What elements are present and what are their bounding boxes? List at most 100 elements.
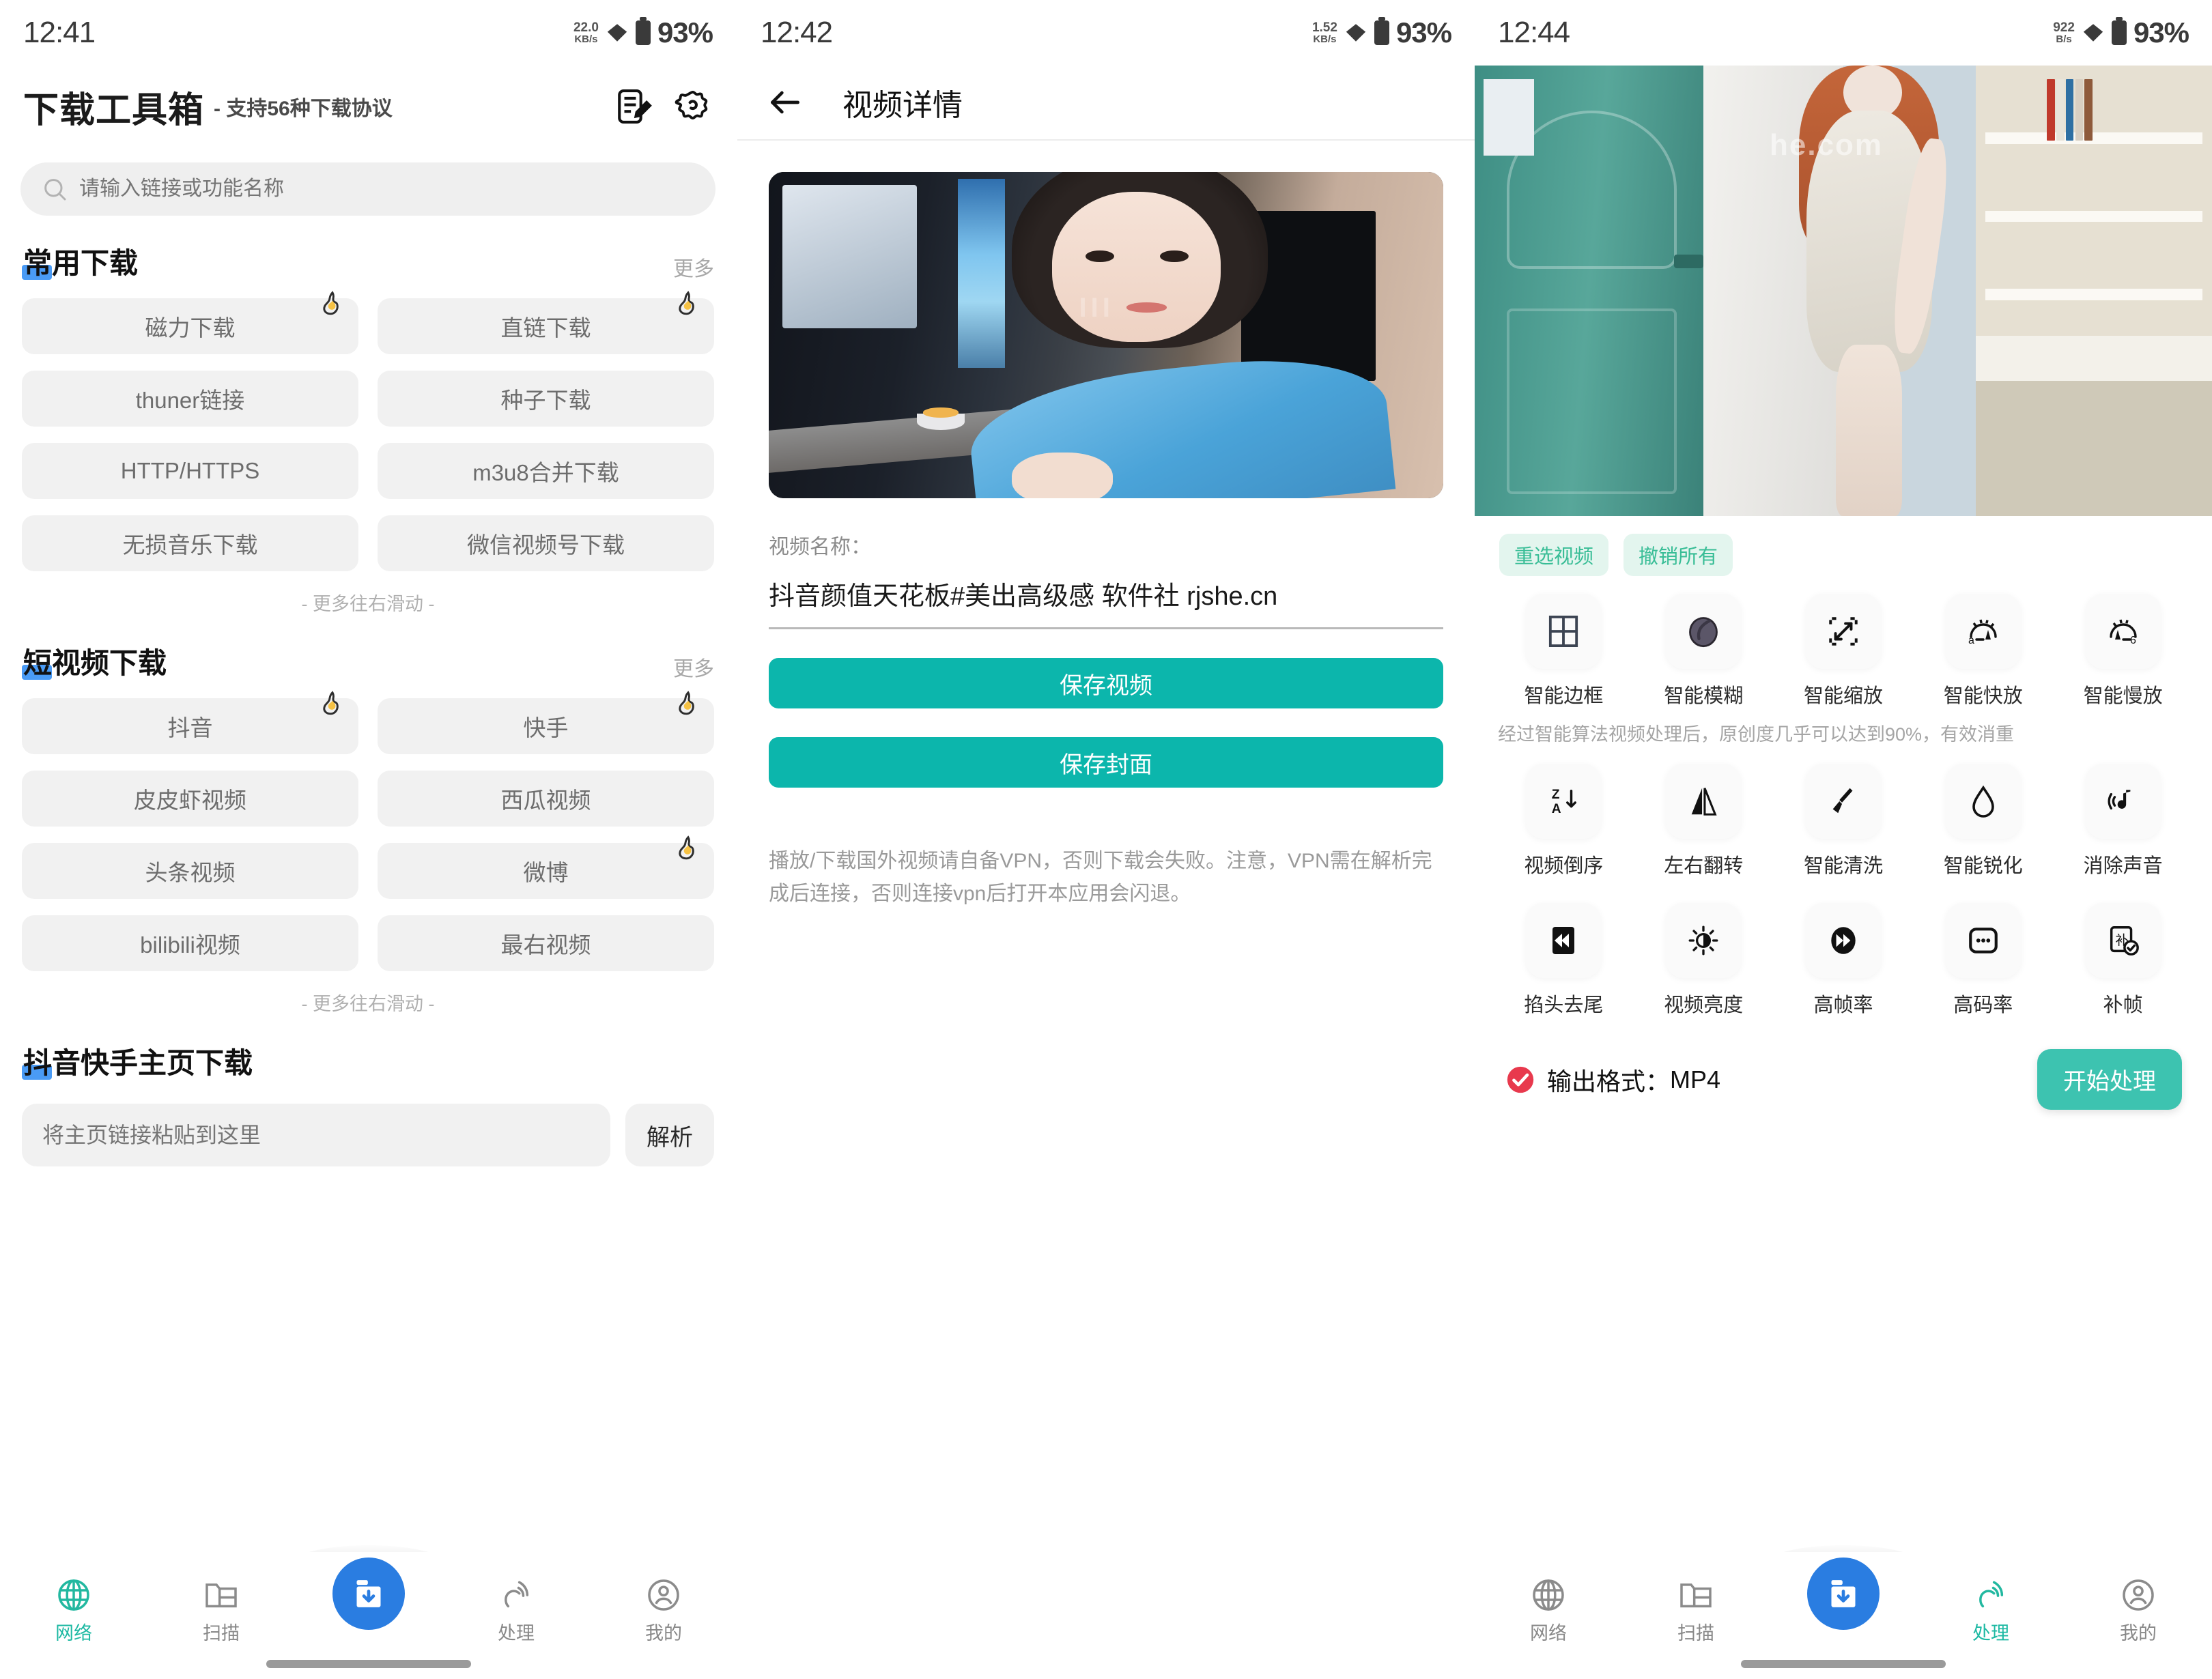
homepage-link-field[interactable] xyxy=(22,1104,610,1166)
bottom-nav-1: 网络 扫描 处理 我的 xyxy=(0,1552,736,1679)
person-icon xyxy=(2119,1576,2157,1614)
nav-item-network[interactable]: 网络 xyxy=(1475,1552,1622,1654)
chip-weibo[interactable]: 微博 xyxy=(378,835,714,899)
nav-item-scan[interactable]: 扫描 xyxy=(1622,1552,1770,1654)
tool-smart-slowdown[interactable]: 6 智能慢放 xyxy=(2053,594,2193,708)
download-center-button[interactable] xyxy=(332,1558,405,1630)
tool-smart-frame[interactable]: 智能边框 xyxy=(1494,594,1634,708)
check-circle-icon xyxy=(1505,1064,1536,1095)
chip-direct-link[interactable]: 直链下载 xyxy=(378,291,714,354)
folder-icon xyxy=(202,1576,240,1614)
chip-grid-common: 磁力下载 直链下载 thuner链接 种子下载 HTTP/HTTPS m3u8合… xyxy=(22,291,714,571)
download-center-button[interactable] xyxy=(1807,1558,1880,1630)
battery-percent: 93% xyxy=(1395,16,1452,48)
chip-pipixia[interactable]: 皮皮虾视频 xyxy=(22,771,358,827)
note-edit-icon[interactable] xyxy=(614,87,654,126)
output-format-value[interactable]: MP4 xyxy=(1670,1065,1720,1094)
save-cover-button[interactable]: 保存封面 xyxy=(769,737,1443,788)
section-title-common: 常用下载 xyxy=(22,240,138,282)
nav-label: 网络 xyxy=(1530,1623,1567,1644)
tool-smart-blur[interactable]: 智能模糊 xyxy=(1634,594,1774,708)
app-bar-video-detail: 视频详情 xyxy=(737,66,1475,141)
undo-all-chip[interactable]: 撤销所有 xyxy=(1623,534,1733,576)
chip-label: 最右视频 xyxy=(500,932,591,958)
search-icon xyxy=(41,175,68,203)
nav-item-mine[interactable]: 我的 xyxy=(2065,1552,2212,1654)
chip-thunder-link[interactable]: thuner链接 xyxy=(22,371,358,427)
nav-item-process[interactable]: 处理 xyxy=(442,1552,590,1654)
homepage-link-input[interactable] xyxy=(42,1122,590,1148)
status-right-cluster: 1.52 KB/s 93% xyxy=(1312,16,1452,49)
battery-icon xyxy=(1374,20,1389,45)
search-input[interactable] xyxy=(79,177,695,201)
nav-label: 扫描 xyxy=(203,1623,240,1644)
chip-label: 种子下载 xyxy=(500,388,591,413)
section-more-common[interactable]: 更多 xyxy=(673,252,714,282)
mute-note-icon xyxy=(2085,764,2161,839)
tool-high-bitrate[interactable]: 高码率 xyxy=(1913,903,2053,1018)
globe-icon xyxy=(1529,1576,1568,1614)
network-speed: 22.0 KB/s xyxy=(573,21,599,44)
chip-kuaishou[interactable]: 快手 xyxy=(378,691,714,754)
chip-bilibili[interactable]: bilibili视频 xyxy=(22,915,358,971)
wifi-icon xyxy=(2082,21,2105,44)
reselect-video-chip[interactable]: 重选视频 xyxy=(1499,534,1609,576)
tool-add-frame[interactable]: 补 补帧 xyxy=(2053,903,2193,1018)
tool-flip-horizontal[interactable]: 左右翻转 xyxy=(1634,764,1774,878)
settings-icon[interactable] xyxy=(673,87,713,126)
video-thumbnail[interactable]: III xyxy=(769,172,1443,498)
fire-icon xyxy=(317,290,348,320)
processing-note: 经过智能算法视频处理后，原创度几乎可以达到90%，有效消重 xyxy=(1498,724,2015,745)
speed-up-icon: a xyxy=(1945,594,2021,669)
chip-label: m3u8合并下载 xyxy=(472,460,619,485)
video-name-value[interactable]: 抖音颜值天花板#美出高级感 软件社 rjshe.cn xyxy=(769,579,1443,630)
start-processing-button[interactable]: 开始处理 xyxy=(2037,1049,2182,1110)
brightness-icon xyxy=(1666,903,1742,978)
tool-smart-clean[interactable]: 智能清洗 xyxy=(1774,764,1914,878)
download-box-icon xyxy=(1824,1575,1862,1613)
chip-wechat-channels[interactable]: 微信视频号下载 xyxy=(378,515,714,571)
tool-smart-sharpen[interactable]: 智能锐化 xyxy=(1913,764,2053,878)
section-more-shortvideo[interactable]: 更多 xyxy=(673,652,714,682)
nav-item-scan[interactable]: 扫描 xyxy=(147,1552,295,1654)
arrow-left-icon[interactable] xyxy=(766,83,804,121)
status-time: 12:41 xyxy=(23,16,96,49)
chip-lossless-music[interactable]: 无损音乐下载 xyxy=(22,515,358,571)
chip-douyin[interactable]: 抖音 xyxy=(22,691,358,754)
video-thumbnail-image: III xyxy=(769,172,1443,498)
status-time: 12:42 xyxy=(761,16,833,49)
swipe-hint-common: - 更多往右滑动 - xyxy=(301,594,435,614)
chip-label: 直链下载 xyxy=(500,315,591,341)
tool-smart-speedup[interactable]: a 智能快放 xyxy=(1913,594,2053,708)
tool-video-brightness[interactable]: 视频亮度 xyxy=(1634,903,1774,1018)
save-video-button[interactable]: 保存视频 xyxy=(769,658,1443,709)
network-speed-value: 922 xyxy=(2053,20,2075,35)
svg-text:a: a xyxy=(1968,635,1974,646)
selected-video-preview[interactable]: he.com xyxy=(1475,66,2212,516)
chip-torrent[interactable]: 种子下载 xyxy=(378,371,714,427)
chip-toutiao[interactable]: 头条视频 xyxy=(22,843,358,899)
nav-item-mine[interactable]: 我的 xyxy=(590,1552,736,1654)
section-header-homepage: 抖音快手主页下载 xyxy=(22,1040,714,1082)
vpn-note: 播放/下载国外视频请自备VPN，否则下载会失败。注意，VPN需在解析完成后连接，… xyxy=(769,850,1432,906)
person-icon xyxy=(644,1576,683,1614)
chip-xigua[interactable]: 西瓜视频 xyxy=(378,771,714,827)
tool-label: 补帧 xyxy=(2103,994,2143,1016)
fast-forward-icon xyxy=(1805,903,1881,978)
tool-reverse-video[interactable]: Z A 视频倒序 xyxy=(1494,764,1634,878)
parse-button[interactable]: 解析 xyxy=(625,1104,714,1166)
chip-http-https[interactable]: HTTP/HTTPS xyxy=(22,443,358,499)
nav-item-network[interactable]: 网络 xyxy=(0,1552,147,1654)
chip-m3u8-merge[interactable]: m3u8合并下载 xyxy=(378,443,714,499)
search-bar[interactable] xyxy=(20,162,715,216)
tool-smart-resize[interactable]: 智能缩放 xyxy=(1774,594,1914,708)
tool-trim-head-tail[interactable]: 掐头去尾 xyxy=(1494,903,1634,1018)
svg-text:Z: Z xyxy=(1552,788,1560,802)
resize-icon xyxy=(1805,594,1881,669)
nav-label: 我的 xyxy=(2120,1623,2157,1644)
tool-mute-sound[interactable]: 消除声音 xyxy=(2053,764,2193,878)
tool-high-framerate[interactable]: 高帧率 xyxy=(1774,903,1914,1018)
chip-zuiyou[interactable]: 最右视频 xyxy=(378,915,714,971)
nav-item-process[interactable]: 处理 xyxy=(1917,1552,2065,1654)
chip-magnet[interactable]: 磁力下载 xyxy=(22,291,358,354)
